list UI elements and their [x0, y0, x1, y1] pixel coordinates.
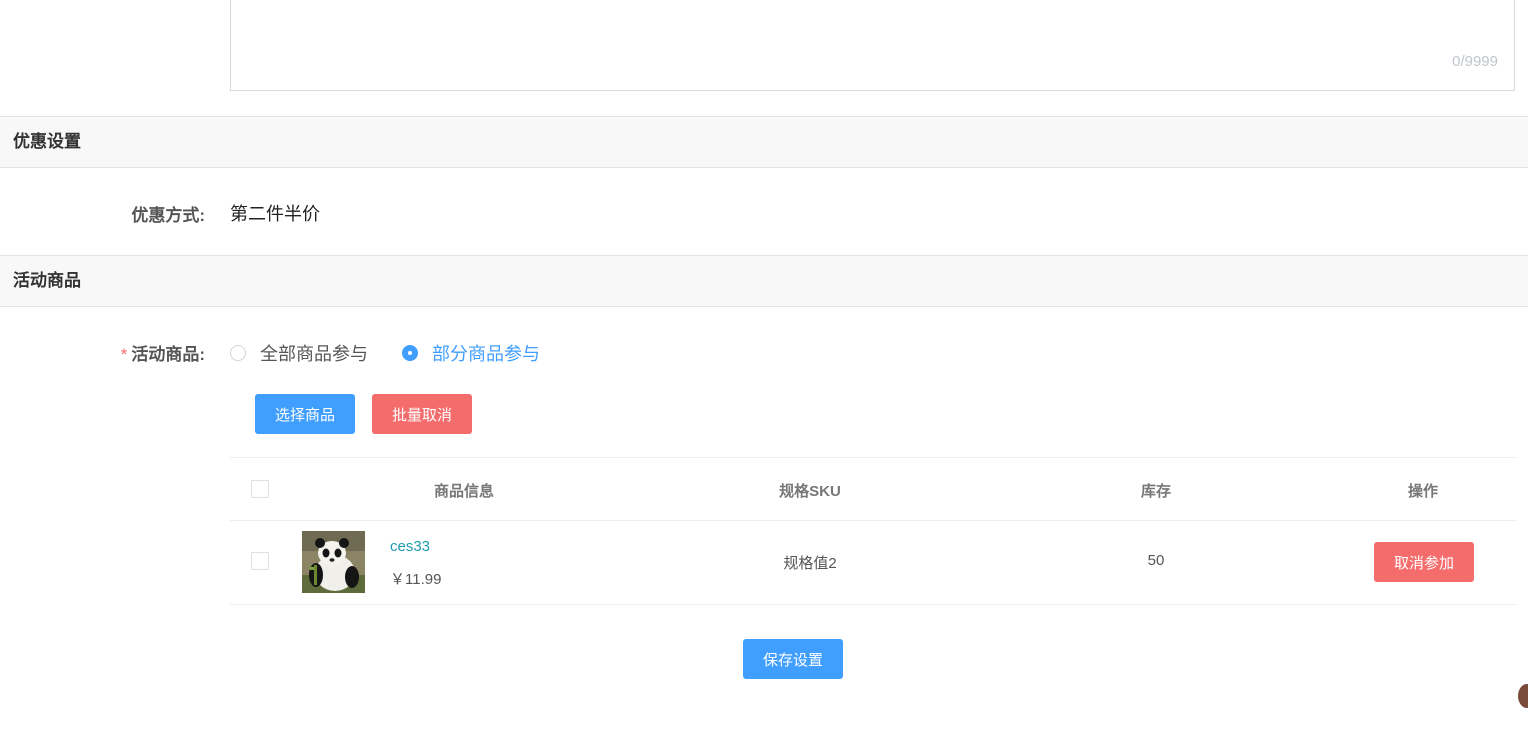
header-stock: 库存: [1140, 483, 1171, 500]
save-settings-button[interactable]: 保存设置: [743, 639, 843, 679]
select-all-checkbox[interactable]: [251, 480, 269, 498]
panda-image-icon: [302, 531, 365, 593]
radio-partial-products[interactable]: 部分商品参与: [402, 340, 540, 366]
discount-section-header: 优惠设置: [0, 116, 1528, 168]
radio-all-products-label: 全部商品参与: [260, 344, 368, 364]
required-mark: *: [120, 345, 128, 364]
table-header-row: 商品信息 规格SKU 库存 操作: [230, 457, 1517, 520]
batch-cancel-button[interactable]: 批量取消: [372, 394, 472, 434]
radio-all-products[interactable]: 全部商品参与: [230, 340, 368, 366]
cancel-participation-button[interactable]: 取消参加: [1374, 542, 1474, 582]
products-section-header: 活动商品: [0, 255, 1528, 307]
floating-widget-icon[interactable]: [1518, 684, 1528, 708]
discount-method-value: 第二件半价: [230, 204, 320, 224]
table-row: ces33 ￥11.99 规格值2 50 取消参加: [230, 520, 1517, 605]
product-thumbnail-panda-photo[interactable]: [302, 531, 365, 593]
char-count: 0/9999: [1452, 53, 1498, 70]
discount-method-label: 优惠方式:: [131, 206, 205, 225]
select-products-button[interactable]: 选择商品: [255, 394, 355, 434]
radio-checked-icon[interactable]: [402, 345, 418, 361]
header-product-info: 商品信息: [433, 483, 494, 500]
activity-settings-page: 0/9999 优惠设置 优惠方式: 第二件半价 活动商品 * 活动商品: 全部商品…: [0, 0, 1528, 729]
product-price: ￥11.99: [390, 571, 442, 588]
product-name-link[interactable]: ces33: [390, 538, 430, 555]
row-checkbox[interactable]: [251, 552, 269, 570]
activity-products-label-text: 活动商品:: [131, 345, 205, 364]
radio-circle-icon[interactable]: [230, 345, 246, 361]
products-table: 商品信息 规格SKU 库存 操作 ces33 ￥11.99 规格值2 50 取消…: [230, 457, 1517, 605]
header-sku: 规格SKU: [779, 483, 841, 500]
description-textarea[interactable]: 0/9999: [230, 0, 1515, 91]
activity-products-label: * 活动商品:: [0, 340, 205, 365]
product-sku: 规格值2: [783, 555, 837, 572]
product-stock: 50: [1147, 552, 1165, 569]
header-action: 操作: [1407, 483, 1438, 500]
radio-partial-products-label: 部分商品参与: [432, 344, 540, 364]
